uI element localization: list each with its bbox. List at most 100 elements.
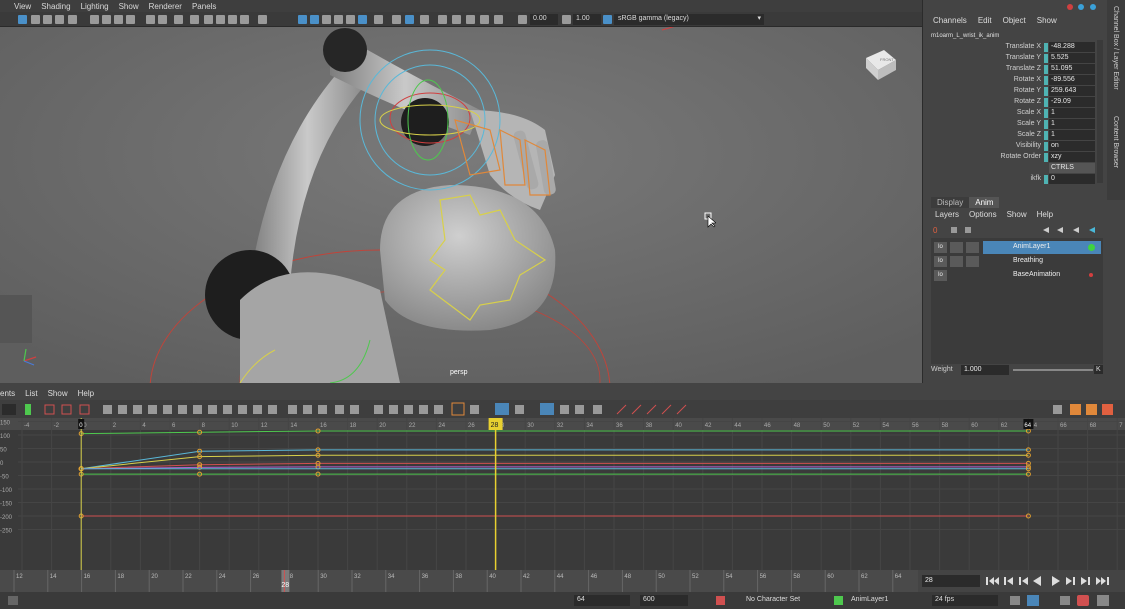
select-camera-icon[interactable] xyxy=(18,15,27,24)
exposure-gear-icon[interactable] xyxy=(518,15,527,24)
menu-show[interactable]: Show xyxy=(119,2,139,11)
play-forward-icon[interactable] xyxy=(1052,576,1060,586)
layer-name[interactable]: AnimLayer1 xyxy=(983,241,1101,254)
layer-name[interactable]: BaseAnimation xyxy=(983,269,1101,282)
ambient-occlusion-icon[interactable] xyxy=(322,15,331,24)
menu-show[interactable]: Show xyxy=(1007,210,1027,219)
menu-renderer[interactable]: Renderer xyxy=(149,2,182,11)
attr-scale-y[interactable]: Scale Y 1 xyxy=(923,119,1103,130)
auto-keyframe-toggle-icon[interactable] xyxy=(1077,595,1089,606)
menu-panels[interactable]: Panels xyxy=(192,2,216,11)
attr-translate-x[interactable]: Translate X -48.288 xyxy=(923,42,1103,53)
menu-object[interactable]: Object xyxy=(1003,16,1026,25)
loop-icon[interactable] xyxy=(1010,596,1020,605)
attr-value-field[interactable]: 259.643 xyxy=(1049,86,1095,96)
animation-start-field[interactable]: 64 xyxy=(574,595,630,606)
safe-action-icon[interactable] xyxy=(146,15,155,24)
image-plane-icon[interactable] xyxy=(55,15,64,24)
menu-options[interactable]: Options xyxy=(969,210,997,219)
tab-content-browser[interactable]: Content Browser xyxy=(1112,116,1119,168)
film-gate-icon[interactable] xyxy=(90,15,99,24)
menu-show[interactable]: Show xyxy=(1037,16,1057,25)
wireframe-on-shaded-icon[interactable] xyxy=(204,15,213,24)
step-forward-frame-icon[interactable] xyxy=(1066,577,1075,585)
motion-blur-icon[interactable] xyxy=(334,15,343,24)
attr-rotate-z[interactable]: Rotate Z -29.09 xyxy=(923,97,1103,108)
animation-end-field[interactable]: 600 xyxy=(640,595,688,606)
exposure-icon[interactable] xyxy=(420,15,429,24)
grid-icon[interactable] xyxy=(68,15,77,24)
layer-mute-icon[interactable]: lo xyxy=(934,256,947,267)
attr-scale-x[interactable]: Scale X 1 xyxy=(923,108,1103,119)
gate-mask-icon[interactable] xyxy=(114,15,123,24)
range-start-icon[interactable] xyxy=(8,596,18,605)
step-forward-key-icon[interactable] xyxy=(1081,577,1090,585)
layer-mute-icon[interactable]: lo xyxy=(934,242,947,253)
attr-value-field[interactable]: on xyxy=(1049,141,1095,151)
camera-lock-icon[interactable] xyxy=(392,15,401,24)
color-management-dropdown[interactable]: sRGB gamma (legacy) ▾ xyxy=(614,14,764,25)
layer-lock-icon[interactable] xyxy=(966,256,979,267)
menu-show[interactable]: Show xyxy=(48,389,68,398)
bookmark-icon[interactable] xyxy=(43,15,52,24)
viewport-scene[interactable] xyxy=(0,0,922,383)
near-clip-field[interactable]: 0.00 xyxy=(530,14,558,25)
color-picker-icon[interactable] xyxy=(438,15,447,24)
multisample-icon[interactable] xyxy=(346,15,355,24)
weight-key-button[interactable]: K xyxy=(1094,365,1103,374)
step-back-frame-icon[interactable] xyxy=(1019,577,1028,585)
current-frame-field[interactable]: 28 xyxy=(922,575,980,587)
weight-slider[interactable] xyxy=(1013,369,1093,371)
attr-visibility[interactable]: Visibility on xyxy=(923,141,1103,152)
frame-selection-icon[interactable] xyxy=(494,15,503,24)
anim-layer-row[interactable]: lo AnimLayer1 xyxy=(931,241,1103,254)
menu-lighting[interactable]: Lighting xyxy=(81,2,109,11)
viewport-panel[interactable]: View Shading Lighting Show Renderer Pane… xyxy=(0,0,922,383)
menu-list[interactable]: List xyxy=(25,389,37,398)
gamma-icon[interactable] xyxy=(562,15,571,24)
preferences-icon[interactable] xyxy=(1097,595,1109,606)
auto-key-icon[interactable] xyxy=(1027,595,1039,606)
anim-layer-list[interactable]: lo AnimLayer1 lo Breathing lo BaseAnimat… xyxy=(931,238,1103,364)
go-to-start-icon[interactable] xyxy=(986,577,999,585)
anim-layer-dropdown[interactable]: AnimLayer1 xyxy=(848,595,918,606)
graph-editor-toolbar-icons[interactable] xyxy=(0,400,1125,418)
tab-display[interactable]: Display xyxy=(931,197,970,208)
resolution-gate-icon[interactable] xyxy=(102,15,111,24)
attr-value-field[interactable]: 51.095 xyxy=(1049,64,1095,74)
time-slider-ruler[interactable]: 12 14 16 18 20 22 24 26 28 30 32 34 36 38 40 42 44 46 48 50… xyxy=(0,570,918,592)
attr-value-field[interactable]: -29.09 xyxy=(1049,97,1095,107)
layer-solo-icon[interactable] xyxy=(950,242,963,253)
view-cube[interactable]: FRONT xyxy=(862,46,898,82)
menu-edit[interactable]: Edit xyxy=(978,16,992,25)
safe-title-icon[interactable] xyxy=(158,15,167,24)
far-clip-field[interactable]: 1.00 xyxy=(573,14,601,25)
camera-attributes-icon[interactable] xyxy=(31,15,40,24)
menu-curves[interactable]: ents xyxy=(0,389,15,398)
attr-value-field[interactable]: 5.525 xyxy=(1049,53,1095,63)
menu-layers[interactable]: Layers xyxy=(935,210,959,219)
shadows-icon[interactable] xyxy=(240,15,249,24)
attr-value-field[interactable]: 0 xyxy=(1049,174,1095,184)
menu-view[interactable]: View xyxy=(14,2,31,11)
xray-icon[interactable] xyxy=(298,15,307,24)
field-chart-icon[interactable] xyxy=(126,15,135,24)
time-slider[interactable]: 12 14 16 18 20 22 24 26 28 30 32 34 36 38 40 42 44 46 48 50… xyxy=(0,570,918,592)
grid-toggle-icon[interactable] xyxy=(258,15,267,24)
character-set-dropdown[interactable]: No Character Set xyxy=(743,595,827,606)
attr-value-field[interactable]: -89.556 xyxy=(1049,75,1095,85)
depth-of-field-icon[interactable] xyxy=(358,15,367,24)
menu-channels[interactable]: Channels xyxy=(933,16,967,25)
color-management-icon[interactable] xyxy=(603,15,612,24)
tab-channel-box-layer-editor[interactable]: Channel Box / Layer Editor xyxy=(1112,6,1119,90)
menu-shading[interactable]: Shading xyxy=(41,2,70,11)
menu-help[interactable]: Help xyxy=(78,389,94,398)
weight-field[interactable]: 1.000 xyxy=(961,365,1009,375)
curves-icon[interactable] xyxy=(452,15,461,24)
step-back-key-icon[interactable] xyxy=(1004,577,1013,585)
hud-icon[interactable] xyxy=(405,15,414,24)
attr-value-field[interactable]: 1 xyxy=(1049,108,1095,118)
snap-icon[interactable] xyxy=(466,15,475,24)
attr-translate-z[interactable]: Translate Z 51.095 xyxy=(923,64,1103,75)
fps-dropdown[interactable]: 24 fps xyxy=(932,595,998,606)
